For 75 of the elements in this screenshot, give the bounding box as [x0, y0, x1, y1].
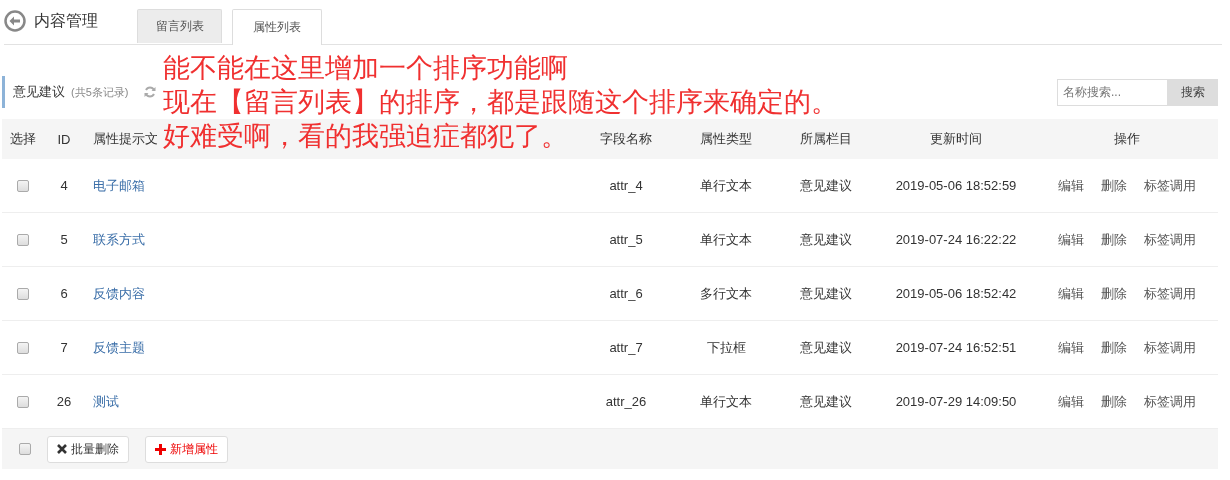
table-cell-text: 多行文本: [699, 284, 753, 303]
table-cell-text: 6: [59, 286, 69, 301]
checkbox[interactable]: [17, 233, 29, 246]
plus-icon: [155, 443, 166, 455]
table-cell-text: 下拉框: [705, 338, 747, 357]
action-link[interactable]: 编辑: [1058, 392, 1084, 411]
action-link[interactable]: 编辑: [1058, 284, 1084, 303]
table-cell-text: 2019-05-06 18:52:42: [894, 286, 1018, 301]
table-cell-text: 单行文本: [699, 392, 753, 411]
attribute-link[interactable]: 联系方式: [93, 231, 145, 247]
annotation-text: 好难受啊，看的我强迫症都犯了。: [163, 119, 568, 153]
record-count: (共5条记录): [71, 84, 129, 100]
action-link[interactable]: 标签调用: [1144, 392, 1196, 411]
checkbox[interactable]: [17, 179, 29, 192]
annotation-text: 能不能在这里增加一个排序功能啊: [163, 51, 568, 85]
action-link[interactable]: 编辑: [1058, 338, 1084, 357]
table-cell-text: 单行文本: [699, 230, 753, 249]
checkbox[interactable]: [17, 395, 29, 408]
column-header: 字段名称: [599, 130, 653, 148]
checkbox[interactable]: [17, 287, 29, 300]
column-header: 所属栏目: [799, 130, 853, 148]
action-link[interactable]: 编辑: [1058, 230, 1084, 249]
checkbox[interactable]: [19, 443, 31, 455]
column-header: 选择: [9, 130, 37, 148]
column-header: 属性类型: [699, 130, 753, 148]
attribute-link[interactable]: 反馈主题: [93, 339, 145, 355]
action-link[interactable]: 标签调用: [1144, 230, 1196, 249]
annotation-text: 现在【留言列表】的排序，都是跟随这个排序来确定的。: [163, 85, 838, 119]
table-cell-text: 26: [55, 394, 73, 409]
table-cell-text: 意见建议: [799, 392, 853, 411]
page-title: 内容管理: [34, 10, 98, 31]
table-cell-text: 4: [59, 178, 69, 193]
action-link[interactable]: 删除: [1101, 284, 1127, 303]
table-cell-text: 意见建议: [799, 284, 853, 303]
attribute-link[interactable]: 电子邮箱: [93, 177, 145, 193]
table-cell-text: 2019-07-29 14:09:50: [894, 394, 1018, 409]
table-cell-text: 意见建议: [799, 230, 853, 249]
table-cell-text: attr_7: [608, 340, 644, 355]
table-cell-text: 意见建议: [799, 176, 853, 195]
action-link[interactable]: 删除: [1101, 230, 1127, 249]
table-cell-text: 7: [59, 340, 69, 355]
table-cell-text: 单行文本: [699, 176, 753, 195]
attribute-link[interactable]: 测试: [93, 393, 119, 409]
column-header: 更新时间: [929, 130, 983, 148]
action-link[interactable]: 编辑: [1058, 176, 1084, 195]
action-link[interactable]: 删除: [1101, 392, 1127, 411]
tab[interactable]: 留言列表: [137, 9, 222, 43]
column-header: ID: [56, 131, 72, 147]
action-link[interactable]: 标签调用: [1144, 176, 1196, 195]
tab[interactable]: 属性列表: [232, 9, 322, 45]
search-field[interactable]: 名称搜索...: [1057, 78, 1168, 106]
table-cell-text: attr_4: [608, 178, 644, 193]
column-header: 操作: [1113, 130, 1141, 148]
table-cell-text: 2019-05-06 18:52:59: [894, 178, 1018, 193]
table-cell-text: 2019-07-24 16:22:22: [894, 232, 1018, 247]
close-icon: [57, 444, 67, 454]
action-link[interactable]: 标签调用: [1144, 338, 1196, 357]
table-cell-text: attr_26: [604, 394, 648, 409]
action-link[interactable]: 标签调用: [1144, 284, 1196, 303]
column-header: 属性提示文: [93, 130, 158, 148]
table-cell-text: attr_5: [608, 232, 644, 247]
refresh-icon[interactable]: [144, 86, 157, 98]
back-icon[interactable]: [4, 10, 26, 32]
batch-delete-button[interactable]: 批量删除: [47, 435, 129, 463]
table-cell-text: 2019-07-24 16:52:51: [894, 340, 1018, 355]
checkbox[interactable]: [17, 341, 29, 354]
table-cell-text: 意见建议: [799, 338, 853, 357]
section-title: 意见建议: [13, 83, 65, 101]
search-button[interactable]: 搜索: [1168, 78, 1218, 106]
action-link[interactable]: 删除: [1101, 176, 1127, 195]
action-link[interactable]: 删除: [1101, 338, 1127, 357]
table-cell-text: attr_6: [608, 286, 644, 301]
table-cell-text: 5: [59, 232, 69, 247]
add-button[interactable]: 新增属性: [145, 435, 228, 463]
attribute-link[interactable]: 反馈内容: [93, 285, 145, 301]
